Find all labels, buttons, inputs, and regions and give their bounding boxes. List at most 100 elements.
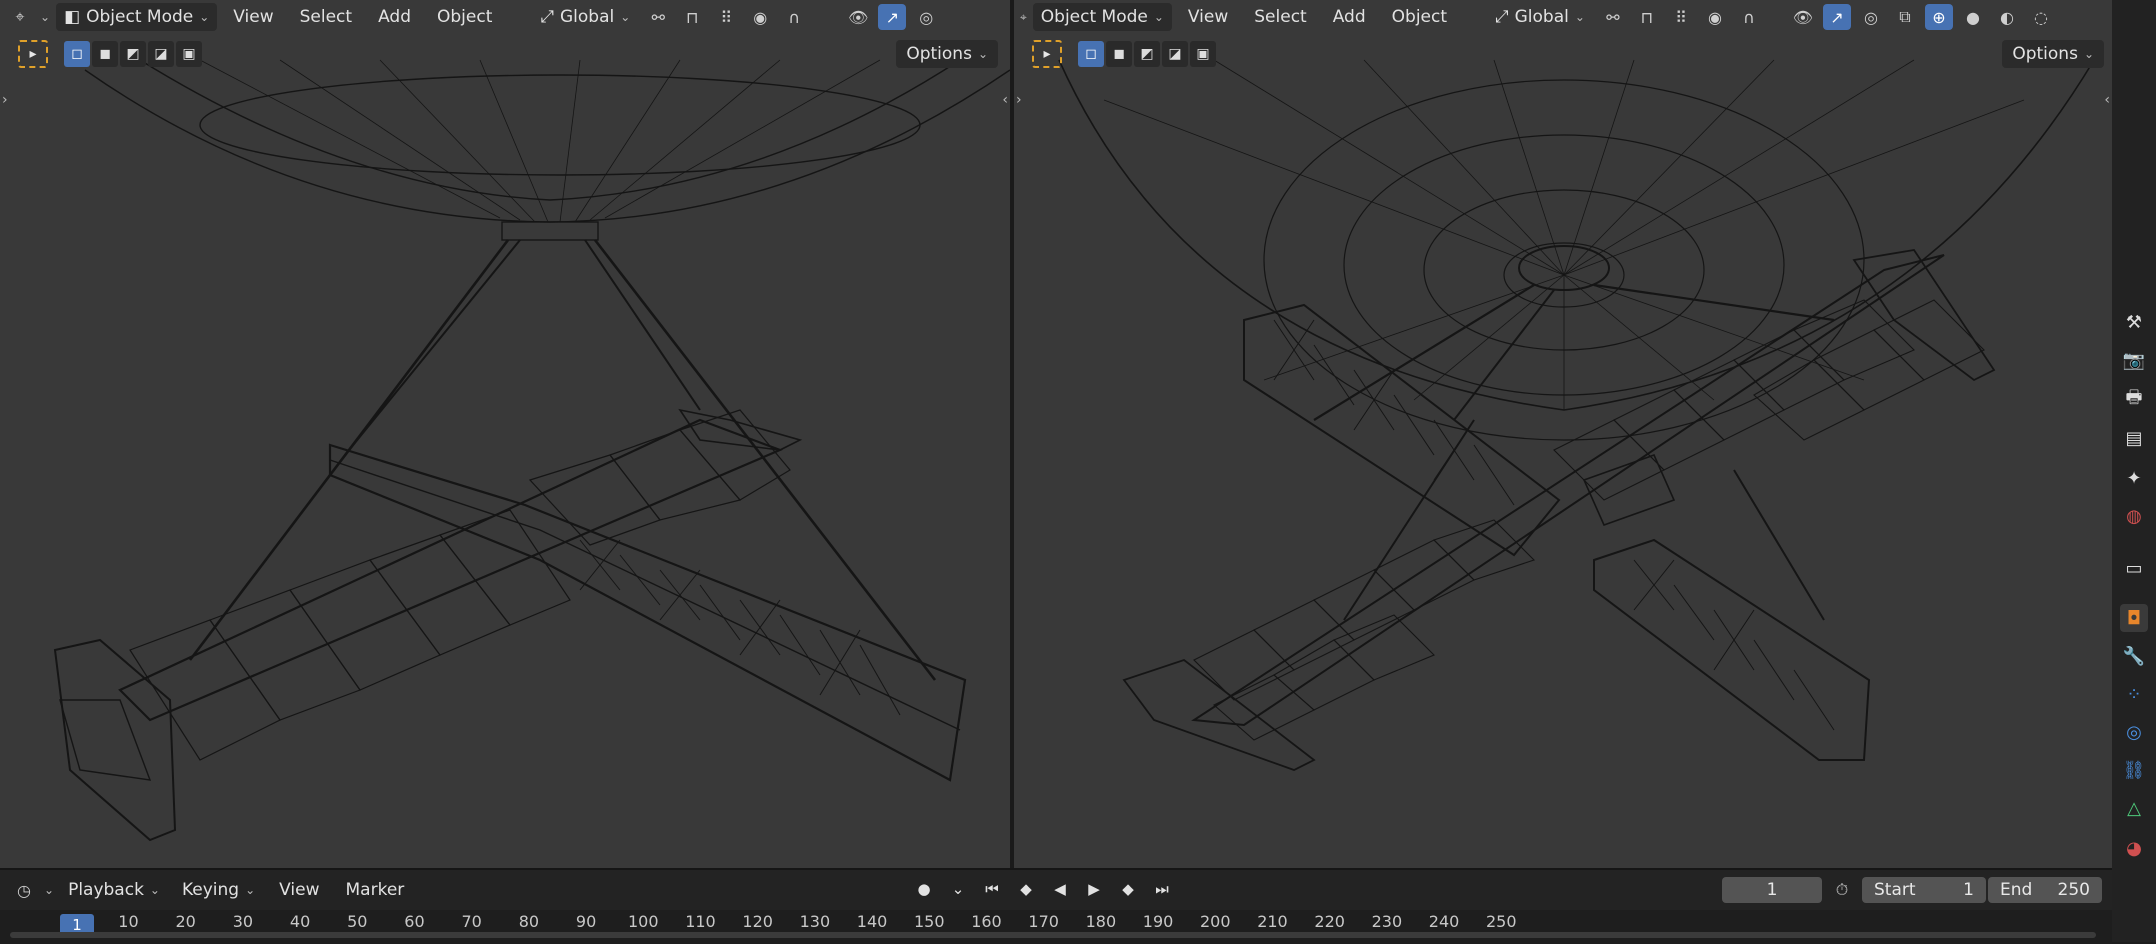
menu-object[interactable]: Object — [1382, 3, 1457, 31]
menu-add[interactable]: Add — [368, 3, 421, 31]
menu-select[interactable]: Select — [1244, 3, 1316, 31]
select-intersect-icon[interactable]: ▣ — [1190, 41, 1216, 67]
wireframe-scene-right[interactable] — [1014, 0, 2112, 868]
proportional-edit-icon[interactable]: ◉ — [1701, 4, 1729, 30]
pivot-icon[interactable]: ⚯ — [1599, 4, 1627, 30]
record-icon[interactable]: ● — [910, 876, 938, 902]
select-extend-icon[interactable]: ◼ — [1106, 41, 1132, 67]
select-tool-icon[interactable]: ▸ — [1032, 40, 1062, 68]
material-icon[interactable]: ◕ — [2120, 834, 2148, 862]
viewport-right[interactable]: ⌖ Object Mode ⌄ View Select Add Object ⤢… — [1014, 0, 2112, 868]
menu-object[interactable]: Object — [427, 3, 502, 31]
play-icon[interactable]: ▶ — [1080, 876, 1108, 902]
render-icon[interactable]: 📷 — [2120, 346, 2148, 374]
physics-icon[interactable]: ◎ — [2120, 718, 2148, 746]
menu-view[interactable]: View — [1178, 3, 1238, 31]
options-dropdown[interactable]: Options ⌄ — [896, 40, 998, 68]
mode-dropdown[interactable]: ◧ Object Mode ⌄ — [56, 3, 218, 31]
options-label: Options — [2012, 44, 2078, 64]
particles-icon[interactable]: ⁘ — [2120, 680, 2148, 708]
snap-target-icon[interactable]: ⠿ — [712, 4, 740, 30]
select-extend-icon[interactable]: ◼ — [92, 41, 118, 67]
overlay-icon[interactable]: ◎ — [1857, 4, 1885, 30]
prev-keyframe-icon[interactable]: ◆ — [1012, 876, 1040, 902]
visibility-icon[interactable]: 👁 — [1789, 4, 1817, 30]
scene-icon[interactable]: ✦ — [2120, 464, 2148, 492]
snap-target-icon[interactable]: ⠿ — [1667, 4, 1695, 30]
start-frame-field[interactable]: Start 1 — [1862, 877, 1986, 903]
falloff-icon[interactable]: ∩ — [1735, 4, 1763, 30]
proportional-edit-icon[interactable]: ◉ — [746, 4, 774, 30]
chevron-down-icon: ⌄ — [2083, 47, 2094, 61]
snap-icon[interactable]: ⊓ — [1633, 4, 1661, 30]
menu-add[interactable]: Add — [1323, 3, 1376, 31]
menu-select[interactable]: Select — [290, 3, 362, 31]
viewport-left[interactable]: ⌖ ⌄ ◧ Object Mode ⌄ View Select Add Obje… — [0, 0, 1010, 868]
next-keyframe-icon[interactable]: ◆ — [1114, 876, 1142, 902]
material-shading-icon[interactable]: ◐ — [1993, 4, 2021, 30]
editor-type-icon[interactable]: ⌖ — [1020, 10, 1027, 25]
gizmo-icon[interactable]: ↗ — [878, 4, 907, 30]
ruler-tick: 170 — [1028, 912, 1059, 931]
sidebar-expand-icon[interactable]: ‹ — [2104, 92, 2110, 108]
toolbar-expand-icon[interactable]: › — [1016, 92, 1022, 108]
timeline-editor[interactable]: ◷ ⌄ Playback ⌄ Keying ⌄ View Marker ● ⌄ … — [0, 868, 2112, 944]
select-new-icon[interactable]: ◻ — [64, 41, 90, 67]
end-frame-field[interactable]: End 250 — [1988, 877, 2102, 903]
options-dropdown[interactable]: Options ⌄ — [2002, 40, 2104, 68]
select-intersect-icon[interactable]: ▣ — [176, 41, 202, 67]
select-invert-icon[interactable]: ◪ — [148, 41, 174, 67]
xray-icon[interactable]: ⧉ — [1891, 4, 1919, 30]
keying-menu[interactable]: Keying ⌄ — [174, 876, 263, 904]
frame-ruler[interactable]: 10 20 30 40 50 60 70 80 90 100 110 120 130 140 150 160 1… — [0, 910, 2112, 944]
select-new-icon[interactable]: ◻ — [1078, 41, 1104, 67]
output-icon[interactable]: 🖶 — [2120, 386, 2148, 414]
select-tool-icon[interactable]: ▸ — [18, 40, 48, 68]
view-layer-icon[interactable]: ▤ — [2120, 424, 2148, 452]
data-icon[interactable]: △ — [2120, 794, 2148, 822]
select-invert-icon[interactable]: ◪ — [1162, 41, 1188, 67]
solid-shading-icon[interactable]: ● — [1959, 4, 1987, 30]
clock-editor-icon[interactable]: ◷ — [10, 877, 38, 903]
rendered-shading-icon[interactable]: ◌ — [2027, 4, 2055, 30]
collection-icon[interactable]: ▭ — [2120, 554, 2148, 582]
select-subtract-icon[interactable]: ◩ — [120, 41, 146, 67]
tool-icon[interactable]: ⚒ — [2120, 308, 2148, 336]
jump-start-icon[interactable]: ⏮ — [978, 876, 1006, 902]
pivot-icon[interactable]: ⚯ — [644, 4, 672, 30]
overlay-icon[interactable]: ◎ — [912, 4, 940, 30]
toolbar-expand-icon[interactable]: › — [2, 92, 8, 108]
wireframe-shading-icon[interactable]: ⊕ — [1924, 4, 1953, 30]
select-subtract-icon[interactable]: ◩ — [1134, 41, 1160, 67]
mode-dropdown[interactable]: Object Mode ⌄ — [1032, 3, 1172, 31]
orientation-dropdown[interactable]: ⤢ Global ⌄ — [532, 3, 638, 31]
ruler-tick: 70 — [461, 912, 482, 931]
world-icon[interactable]: ◍ — [2120, 502, 2148, 530]
timeline-scrollbar[interactable] — [10, 932, 2096, 938]
ruler-tick: 20 — [175, 912, 196, 931]
constraints-icon[interactable]: ⛓ — [2120, 756, 2148, 784]
wireframe-scene-left[interactable] — [0, 0, 1010, 868]
viewport-header-left: ⌖ ⌄ ◧ Object Mode ⌄ View Select Add Obje… — [0, 0, 1010, 34]
object-icon[interactable]: ◘ — [2120, 604, 2148, 632]
sidebar-expand-icon[interactable]: ‹ — [1002, 92, 1008, 108]
stopwatch-icon[interactable]: ⏱ — [1828, 877, 1856, 903]
editor-type-icon[interactable]: ⌖ — [6, 4, 34, 30]
falloff-icon[interactable]: ∩ — [780, 4, 808, 30]
visibility-icon[interactable]: 👁 — [844, 4, 872, 30]
play-reverse-icon[interactable]: ◀ — [1046, 876, 1074, 902]
orientation-dropdown[interactable]: ⤢ Global ⌄ — [1487, 3, 1593, 31]
modifier-icon[interactable]: 🔧 — [2120, 642, 2148, 670]
ruler-tick: 10 — [118, 912, 139, 931]
menu-view[interactable]: View — [223, 3, 283, 31]
ruler-tick: 180 — [1085, 912, 1117, 931]
playback-menu[interactable]: Playback ⌄ — [60, 876, 168, 904]
jump-end-icon[interactable]: ⏭ — [1148, 876, 1176, 902]
snap-icon[interactable]: ⊓ — [678, 4, 706, 30]
ruler-tick: 230 — [1371, 912, 1403, 931]
menu-view[interactable]: View — [269, 876, 329, 904]
ruler-tick: 100 — [627, 912, 659, 931]
menu-marker[interactable]: Marker — [336, 876, 415, 904]
gizmo-icon[interactable]: ↗ — [1822, 4, 1851, 30]
current-frame-field[interactable]: 1 — [1722, 877, 1822, 903]
